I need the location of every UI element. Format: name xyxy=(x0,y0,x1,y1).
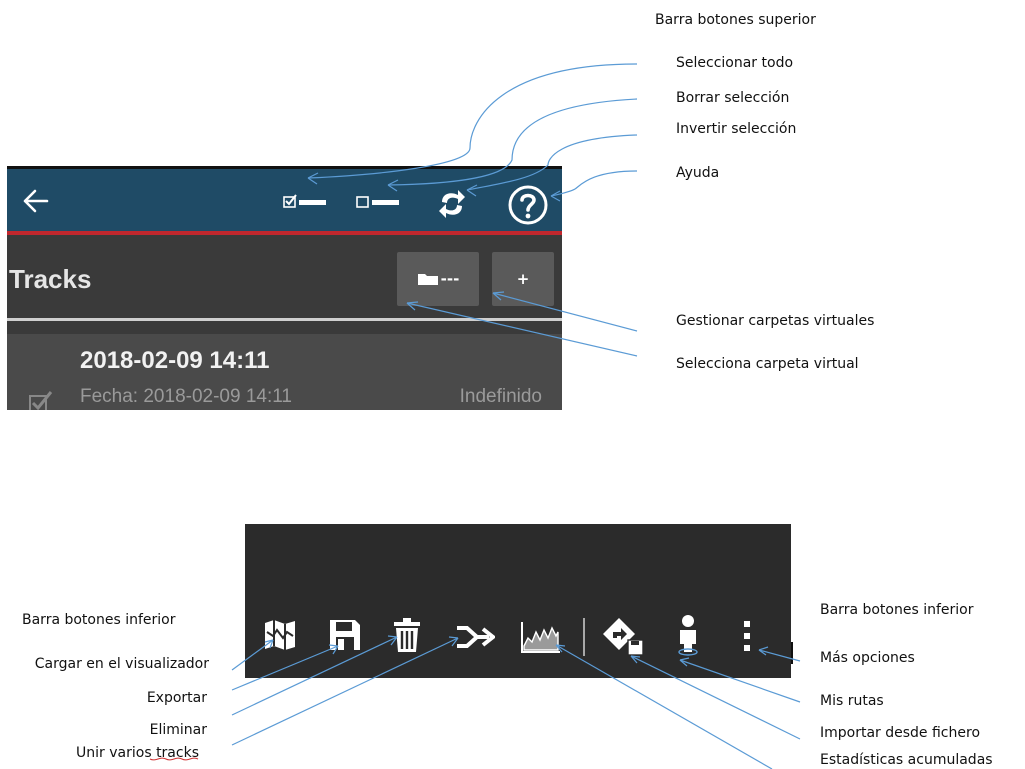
label-manage-folders: Gestionar carpetas virtuales xyxy=(676,313,875,329)
import-icon[interactable] xyxy=(601,616,645,656)
select-all-icon[interactable] xyxy=(283,193,327,211)
page-title: Tracks xyxy=(9,264,92,294)
label-select-all: Seleccionar todo xyxy=(676,55,794,71)
track-status: Indefinido xyxy=(459,386,542,407)
label-delete: Eliminar xyxy=(149,722,207,738)
help-icon[interactable] xyxy=(507,184,549,226)
label-import: Importar desde fichero xyxy=(820,725,981,741)
folder-icon xyxy=(417,274,438,285)
bottom-screenshot xyxy=(245,524,791,678)
top-screenshot: Tracks --- + 2018-02-09 14:11 Fecha: 201… xyxy=(7,166,562,410)
track-row[interactable]: 2018-02-09 14:11 Fecha: 2018-02-09 14:11… xyxy=(7,334,562,410)
label-stats: Estadísticas acumuladas xyxy=(820,752,993,768)
trash-icon[interactable] xyxy=(393,617,421,653)
stats-icon[interactable] xyxy=(520,620,562,654)
save-icon[interactable] xyxy=(328,618,362,652)
label-select-folder: Selecciona carpeta virtual xyxy=(676,356,859,372)
merge-icon[interactable] xyxy=(455,624,495,650)
back-arrow-icon[interactable] xyxy=(23,189,49,213)
checkbox-icon[interactable] xyxy=(29,390,55,410)
track-date: Fecha: 2018-02-09 14:11 xyxy=(80,386,292,407)
label-bottom-bar-left: Barra botones inferior xyxy=(22,612,176,628)
label-clear-selection: Borrar selección xyxy=(676,90,790,106)
label-more-options: Más opciones xyxy=(820,650,915,666)
edge-mark xyxy=(791,642,793,664)
map-icon[interactable] xyxy=(263,618,297,652)
toolbar-separator xyxy=(583,618,585,656)
folder-button-label: --- xyxy=(440,270,460,288)
label-load-viewer: Cargar en el visualizador xyxy=(34,656,209,672)
label-invert-selection: Invertir selección xyxy=(676,121,797,137)
my-routes-icon[interactable] xyxy=(677,614,699,656)
label-help: Ayuda xyxy=(676,165,720,181)
accent-line xyxy=(7,231,562,235)
label-export: Exportar xyxy=(146,690,207,706)
invert-selection-icon[interactable] xyxy=(434,186,470,222)
label-my-routes: Mis rutas xyxy=(820,693,884,709)
label-top-bar: Barra botones superior xyxy=(655,12,816,28)
divider xyxy=(7,318,562,321)
track-title: 2018-02-09 14:11 xyxy=(80,347,270,374)
plus-icon: + xyxy=(516,270,530,288)
more-options-icon[interactable] xyxy=(743,620,751,652)
select-folder-button[interactable]: --- xyxy=(397,252,479,306)
top-toolbar xyxy=(7,166,562,231)
manage-folders-button[interactable]: + xyxy=(492,252,554,306)
label-bottom-bar-right: Barra botones inferior xyxy=(820,602,974,618)
label-merge: Unir varios tracks xyxy=(76,745,199,761)
clear-selection-icon[interactable] xyxy=(356,193,400,211)
